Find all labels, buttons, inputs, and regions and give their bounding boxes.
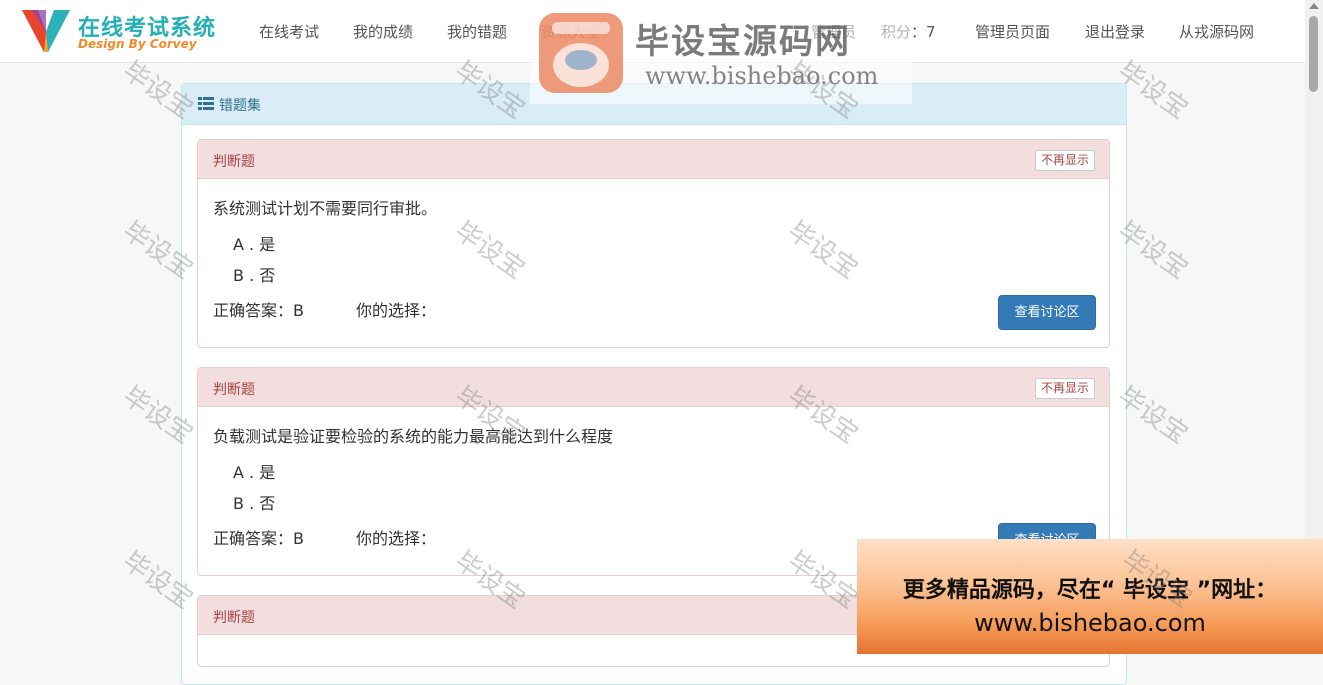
nav-my-scores[interactable]: 我的成绩	[353, 21, 413, 42]
nav-logout[interactable]: 退出登录	[1085, 21, 1145, 42]
nav-online-exam[interactable]: 在线考试	[259, 21, 319, 42]
option-b: B . 否	[233, 494, 276, 513]
question-type: 判断题	[213, 154, 255, 170]
nav-my-mistakes[interactable]: 我的错题	[447, 21, 507, 42]
panel-heading: 错题集	[182, 84, 1126, 125]
question-header: 判断题 不再显示	[198, 140, 1109, 179]
ad-banner[interactable]: 更多精品源码，尽在“ 毕设宝 ”网址： www.bishebao.com 毕设宝	[857, 539, 1323, 654]
panel-title: 错题集	[219, 98, 261, 114]
hide-question-button[interactable]: 不再显示	[1034, 378, 1095, 399]
question-text: 负载测试是验证要检验的系统的能力最高能达到什么程度	[213, 427, 614, 446]
option-a: A . 是	[233, 463, 276, 482]
view-discussion-button[interactable]: 查看讨论区	[998, 295, 1096, 330]
your-selection: 你的选择：	[356, 301, 437, 320]
logo-subtitle: Design By Corvey	[78, 37, 197, 51]
question-type: 判断题	[213, 382, 255, 398]
list-icon	[198, 97, 214, 110]
top-navbar: 在线考试系统 Design By Corvey 在线考试 我的成绩 我的错题 资…	[0, 0, 1305, 63]
nav-points: 积分：7	[881, 23, 936, 41]
nav-user-admin[interactable]: 管理员	[811, 21, 856, 42]
banner-slogan: 更多精品源码，尽在“ 毕设宝 ”网址：	[902, 578, 1278, 603]
scroll-thumb[interactable]	[1309, 16, 1318, 92]
hide-question-button[interactable]: 不再显示	[1034, 150, 1095, 171]
nav-source-site[interactable]: 从戎源码网	[1179, 21, 1254, 42]
scroll-up-arrow-icon[interactable]	[1309, 3, 1319, 9]
question-header: 判断题 不再显示	[198, 368, 1109, 407]
banner-url[interactable]: www.bishebao.com	[857, 609, 1323, 637]
question-type: 判断题	[213, 610, 255, 626]
option-b: B . 否	[233, 266, 276, 285]
nav-resources[interactable]: 资源大全	[541, 21, 601, 42]
correct-answer: 正确答案：B	[213, 301, 304, 320]
option-a: A . 是	[233, 235, 276, 254]
nav-admin-page[interactable]: 管理员页面	[975, 21, 1050, 42]
app-logo[interactable]: 在线考试系统 Design By Corvey	[20, 6, 240, 56]
your-selection: 你的选择：	[356, 529, 437, 548]
logo-v-icon	[22, 10, 70, 52]
question-card: 判断题 不再显示 系统测试计划不需要同行审批。 A . 是 B . 否 正确答案…	[197, 139, 1110, 348]
correct-answer: 正确答案：B	[213, 529, 304, 548]
question-text: 系统测试计划不需要同行审批。	[213, 199, 438, 218]
